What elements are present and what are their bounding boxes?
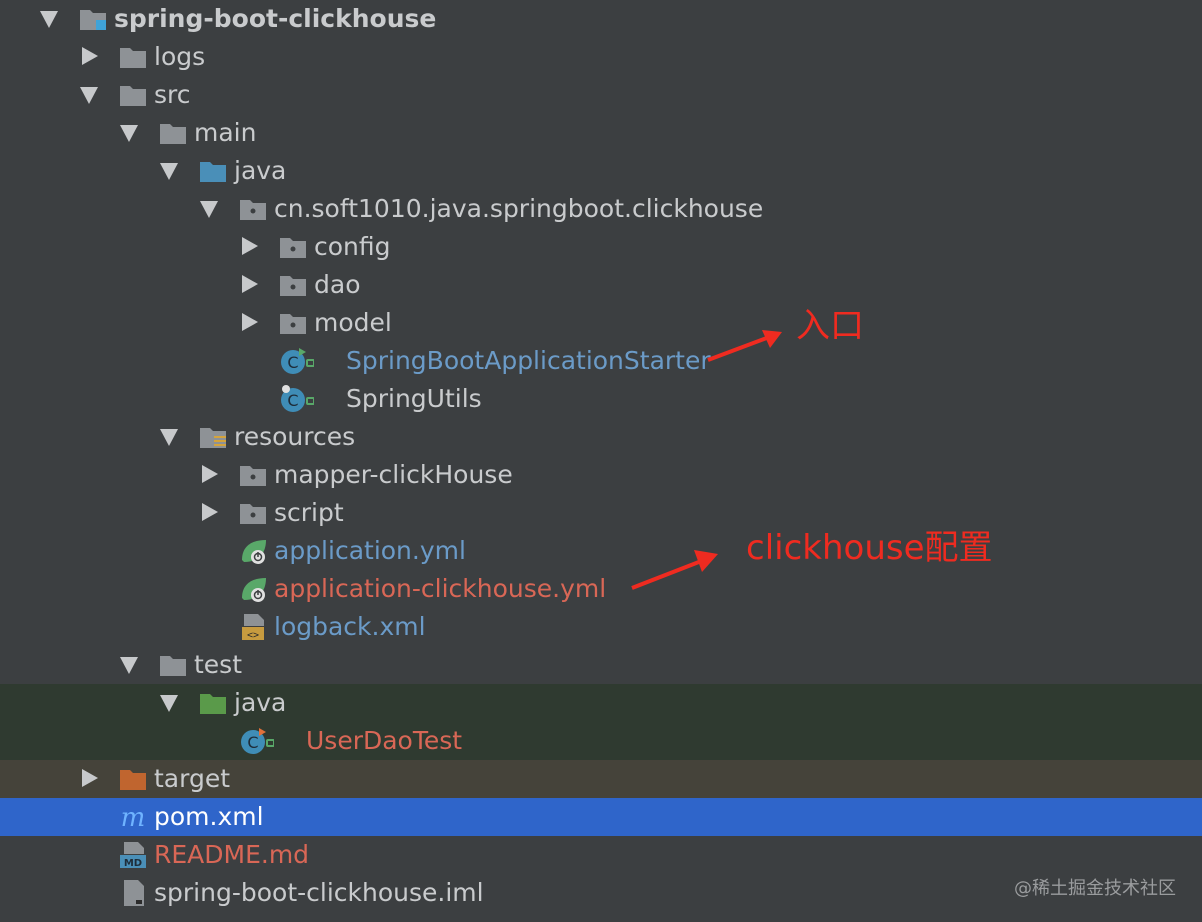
markdown-icon: MD <box>120 842 146 869</box>
tree-row-model[interactable]: model <box>0 304 1202 342</box>
svg-text:C: C <box>287 391 298 410</box>
package-icon <box>240 504 266 524</box>
tree-label-root: spring-boot-clickhouse <box>114 4 437 33</box>
svg-text:MD: MD <box>124 858 142 869</box>
class-icon: C <box>281 385 314 412</box>
annotation-config-text: clickhouse配置 <box>746 528 993 568</box>
tree-label-app-yml: application.yml <box>274 536 466 565</box>
tree-row-readme[interactable]: MD README.md <box>0 836 1202 874</box>
test-folder-icon <box>200 694 226 714</box>
tree-row-script[interactable]: script <box>0 494 1202 532</box>
source-folder-icon <box>200 162 226 182</box>
module-folder-icon <box>80 10 106 30</box>
tree-label-java: java <box>234 156 287 185</box>
tree-row-logback[interactable]: <> logback.xml <box>0 608 1202 646</box>
tree-label-iml: spring-boot-clickhouse.iml <box>154 878 484 907</box>
folder-icon <box>120 86 146 106</box>
svg-text:C: C <box>287 353 298 372</box>
tree-label-test: test <box>194 650 243 679</box>
tree-label-dao: dao <box>314 270 361 299</box>
tree-label-logback: logback.xml <box>274 612 426 641</box>
tree-row-main[interactable]: main <box>0 114 1202 152</box>
tree-label-user-dao-test: UserDaoTest <box>306 726 463 755</box>
package-icon <box>240 200 266 220</box>
tree-row-mapper[interactable]: mapper-clickHouse <box>0 456 1202 494</box>
tree-row-starter[interactable]: C SpringBootApplicationStarter <box>0 342 1202 380</box>
tree-label-pom: pom.xml <box>154 802 264 831</box>
chevron-right-icon[interactable] <box>82 769 98 787</box>
tree-row-app-ch-yml[interactable]: application-clickhouse.yml <box>0 570 1202 608</box>
chevron-down-icon[interactable] <box>200 201 218 218</box>
tree-row-config[interactable]: config <box>0 228 1202 266</box>
tree-label-starter: SpringBootApplicationStarter <box>346 346 711 375</box>
chevron-down-icon[interactable] <box>160 163 178 180</box>
svg-text:m: m <box>121 803 146 832</box>
tree-row-java[interactable]: java <box>0 152 1202 190</box>
tree-row-dao[interactable]: dao <box>0 266 1202 304</box>
package-icon <box>280 276 306 296</box>
tree-label-test-java: java <box>234 688 287 717</box>
chevron-down-icon[interactable] <box>160 695 178 712</box>
svg-text:C: C <box>247 733 258 752</box>
tree-row-utils[interactable]: C SpringUtils <box>0 380 1202 418</box>
tree-label-package: cn.soft1010.java.springboot.clickhouse <box>274 194 764 223</box>
chevron-down-icon[interactable] <box>160 429 178 446</box>
tree-label-utils: SpringUtils <box>346 384 482 413</box>
bottom-strip <box>0 912 1202 922</box>
tree-row-pom[interactable]: m pom.xml <box>0 798 1202 836</box>
folder-icon <box>120 48 146 68</box>
chevron-down-icon[interactable] <box>80 87 98 104</box>
chevron-down-icon[interactable] <box>120 125 138 142</box>
tree-row-root[interactable]: spring-boot-clickhouse <box>0 0 1202 38</box>
tree-row-package[interactable]: cn.soft1010.java.springboot.clickhouse <box>0 190 1202 228</box>
chevron-down-icon[interactable] <box>40 11 58 28</box>
spring-config-icon <box>242 578 266 602</box>
folder-icon <box>160 124 186 144</box>
tree-row-app-yml[interactable]: application.yml <box>0 532 1202 570</box>
package-icon <box>280 238 306 258</box>
tree-row-src[interactable]: src <box>0 76 1202 114</box>
tree-label-config: config <box>314 232 391 261</box>
tree-label-readme: README.md <box>154 840 310 869</box>
tree-label-target: target <box>154 764 231 793</box>
tree-row-test[interactable]: test <box>0 646 1202 684</box>
tree-row-user-dao-test[interactable]: C UserDaoTest <box>0 722 1202 760</box>
spring-config-icon <box>242 540 266 564</box>
annotation-arrow-entry <box>707 330 782 362</box>
chevron-right-icon[interactable] <box>242 313 258 331</box>
tree-label-model: model <box>314 308 392 337</box>
test-class-icon: C <box>241 728 274 754</box>
annotation-arrow-config <box>631 550 718 590</box>
chevron-right-icon[interactable] <box>242 275 258 293</box>
tree-label-logs: logs <box>154 42 206 71</box>
package-icon <box>240 466 266 486</box>
chevron-right-icon[interactable] <box>202 503 218 521</box>
package-icon <box>280 314 306 334</box>
tree-label-resources: resources <box>234 422 356 451</box>
tree-label-app-ch-yml: application-clickhouse.yml <box>274 574 607 603</box>
xml-file-icon: <> <box>242 614 264 641</box>
svg-text:<>: <> <box>247 630 259 641</box>
tree-row-resources[interactable]: resources <box>0 418 1202 456</box>
chevron-right-icon[interactable] <box>82 47 98 65</box>
tree-row-test-java[interactable]: java <box>0 684 1202 722</box>
tree-label-src: src <box>154 80 191 109</box>
folder-icon <box>160 656 186 676</box>
runnable-class-icon: C <box>281 348 314 374</box>
chevron-right-icon[interactable] <box>242 237 258 255</box>
tree-label-mapper: mapper-clickHouse <box>274 460 513 489</box>
tree-row-logs[interactable]: logs <box>0 38 1202 76</box>
chevron-down-icon[interactable] <box>120 657 138 674</box>
tree-row-target[interactable]: target <box>0 760 1202 798</box>
tree-label-main: main <box>194 118 257 147</box>
watermark: @稀土掘金技术社区 <box>1014 878 1176 899</box>
resources-folder-icon <box>200 428 226 448</box>
excluded-folder-icon <box>120 770 146 790</box>
maven-icon: m <box>121 803 146 832</box>
file-icon <box>124 880 144 906</box>
chevron-right-icon[interactable] <box>202 465 218 483</box>
tree-label-script: script <box>274 498 344 527</box>
annotation-entry-text: 入口 <box>796 306 864 346</box>
